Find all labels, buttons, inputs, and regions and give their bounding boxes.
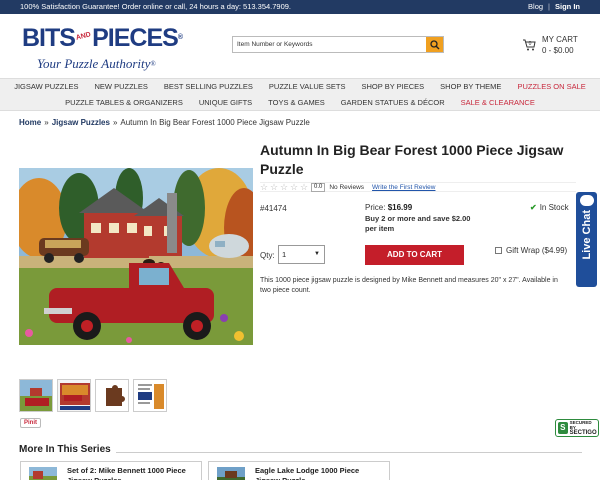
sectigo-badge[interactable]: S SECURED BY SECTIGO (555, 419, 599, 437)
add-to-cart-button[interactable]: ADD TO CART (365, 245, 464, 265)
gift-wrap-option[interactable]: Gift Wrap ($4.99) (495, 246, 567, 255)
review-count: No Reviews (329, 183, 365, 191)
nav-item-value-sets[interactable]: PUZZLE VALUE SETS (261, 82, 354, 91)
search-button[interactable] (426, 37, 443, 52)
price: Price: $16.99 (365, 203, 412, 212)
puzzle-artwork (19, 168, 253, 345)
star-icon: ☆ (280, 181, 289, 192)
thumbnail-box[interactable] (57, 379, 91, 412)
star-icon: ☆ (260, 181, 269, 192)
product-title: Autumn In Big Bear Forest 1000 Piece Jig… (260, 142, 564, 177)
series-card-image (217, 467, 245, 480)
star-icon: ☆ (300, 181, 309, 192)
svg-text:0: 0 (529, 41, 532, 47)
stock-status: ✔ In Stock (530, 203, 569, 212)
thumbnail-strip (19, 379, 167, 412)
write-review-link[interactable]: Write the First Review (372, 184, 435, 191)
rating-row: ☆ ☆ ☆ ☆ ☆ 0.0 No Reviews Write the First… (260, 182, 576, 192)
nav-item-tables-organizers[interactable]: PUZZLE TABLES & ORGANIZERS (57, 98, 191, 107)
nav-item-jigsaw-puzzles[interactable]: JIGSAW PUZZLES (6, 82, 86, 91)
blog-link[interactable]: Blog (528, 2, 543, 11)
sign-in-link[interactable]: Sign In (555, 2, 580, 11)
site-logo[interactable]: BITSANDPIECES® Your Puzzle Authority® (22, 26, 192, 72)
live-chat-label: Live Chat (580, 210, 593, 260)
sectigo-line1: SECURED BY (569, 420, 592, 430)
nav-item-toys-games[interactable]: TOYS & GAMES (260, 98, 333, 107)
thumbnail-info[interactable] (133, 379, 167, 412)
shield-icon: S (558, 422, 568, 434)
satisfaction-message: 100% Satisfaction Guarantee! Order onlin… (20, 2, 292, 11)
quantity-select[interactable]: 1 ▼ (278, 245, 325, 264)
gift-wrap-label: Gift Wrap ($4.99) (506, 246, 568, 255)
qty-value: 1 (282, 250, 287, 259)
qty-label: Qty: (260, 251, 275, 260)
nav-row-2: PUZZLE TABLES & ORGANIZERS UNIQUE GIFTS … (0, 98, 600, 107)
cart-title: MY CART (542, 35, 578, 44)
series-heading: More In This Series (19, 444, 111, 455)
chevron-down-icon: ▼ (314, 251, 320, 257)
nav-item-shop-by-theme[interactable]: SHOP BY THEME (432, 82, 509, 91)
volume-discount: Buy 2 or more and save $2.00 per item (365, 214, 471, 233)
breadcrumb-current: Autumn In Big Bear Forest 1000 Piece Jig… (120, 118, 310, 127)
nav-item-sale-clearance[interactable]: SALE & CLEARANCE (453, 98, 543, 107)
search-input[interactable] (233, 37, 426, 52)
top-links: Blog | Sign In (528, 2, 580, 11)
star-icon: ☆ (270, 181, 279, 192)
rating-score: 0.0 (311, 182, 326, 192)
product-sku: #41474 (260, 204, 287, 213)
pinterest-button[interactable]: Pinit (20, 418, 41, 428)
check-icon: ✔ (530, 203, 537, 212)
series-card-image (29, 467, 57, 480)
price-label: Price: (365, 203, 386, 212)
site-header: BITSANDPIECES® Your Puzzle Authority® 0 … (0, 14, 600, 78)
divider (116, 452, 582, 453)
nav-item-shop-by-pieces[interactable]: SHOP BY PIECES (353, 82, 432, 91)
series-card-title: Eagle Lake Lodge 1000 Piece Jigsaw Puzzl… (255, 466, 360, 480)
top-bar: 100% Satisfaction Guarantee! Order onlin… (0, 0, 600, 14)
main-nav: JIGSAW PUZZLES NEW PUZZLES BEST SELLING … (0, 78, 600, 111)
sectigo-line2: SECTIGO (569, 430, 597, 436)
breadcrumb: Home» Jigsaw Puzzles» Autumn In Big Bear F… (19, 118, 310, 127)
star-icon: ☆ (290, 181, 299, 192)
series-card[interactable]: Set of 2: Mike Bennett 1000 Piece Jigsaw… (20, 461, 202, 480)
search-icon (429, 39, 439, 49)
search-box (232, 36, 444, 53)
star-rating: ☆ ☆ ☆ ☆ ☆ (260, 181, 309, 192)
nav-item-unique-gifts[interactable]: UNIQUE GIFTS (191, 98, 260, 107)
nav-item-new-puzzles[interactable]: NEW PUZZLES (87, 82, 156, 91)
thumbnail-piece[interactable] (95, 379, 129, 412)
nav-item-best-selling[interactable]: BEST SELLING PUZZLES (156, 82, 261, 91)
breadcrumb-category[interactable]: Jigsaw Puzzles (52, 118, 110, 127)
product-image[interactable] (19, 168, 253, 345)
thumbnail-artwork[interactable] (19, 379, 53, 412)
stock-label: In Stock (539, 203, 569, 212)
series-card-title: Set of 2: Mike Bennett 1000 Piece Jigsaw… (67, 466, 186, 480)
nav-item-garden-decor[interactable]: GARDEN STATUES & DÉCOR (333, 98, 453, 107)
cart-total: 0 - $0.00 (542, 46, 574, 55)
my-cart[interactable]: 0 MY CART 0 - $0.00 (522, 34, 584, 58)
chat-bubble-icon (579, 195, 594, 206)
cart-icon: 0 (523, 39, 536, 51)
nav-item-puzzles-on-sale[interactable]: PUZZLES ON SALE (509, 82, 593, 91)
series-card[interactable]: Eagle Lake Lodge 1000 Piece Jigsaw Puzzl… (208, 461, 390, 480)
nav-row-1: JIGSAW PUZZLES NEW PUZZLES BEST SELLING … (0, 82, 600, 91)
gift-wrap-checkbox[interactable] (495, 247, 502, 254)
live-chat-tab[interactable]: Live Chat (576, 192, 597, 287)
product-description: This 1000 piece jigsaw puzzle is designe… (260, 277, 558, 294)
price-value: $16.99 (387, 203, 413, 212)
breadcrumb-home[interactable]: Home (19, 118, 41, 127)
